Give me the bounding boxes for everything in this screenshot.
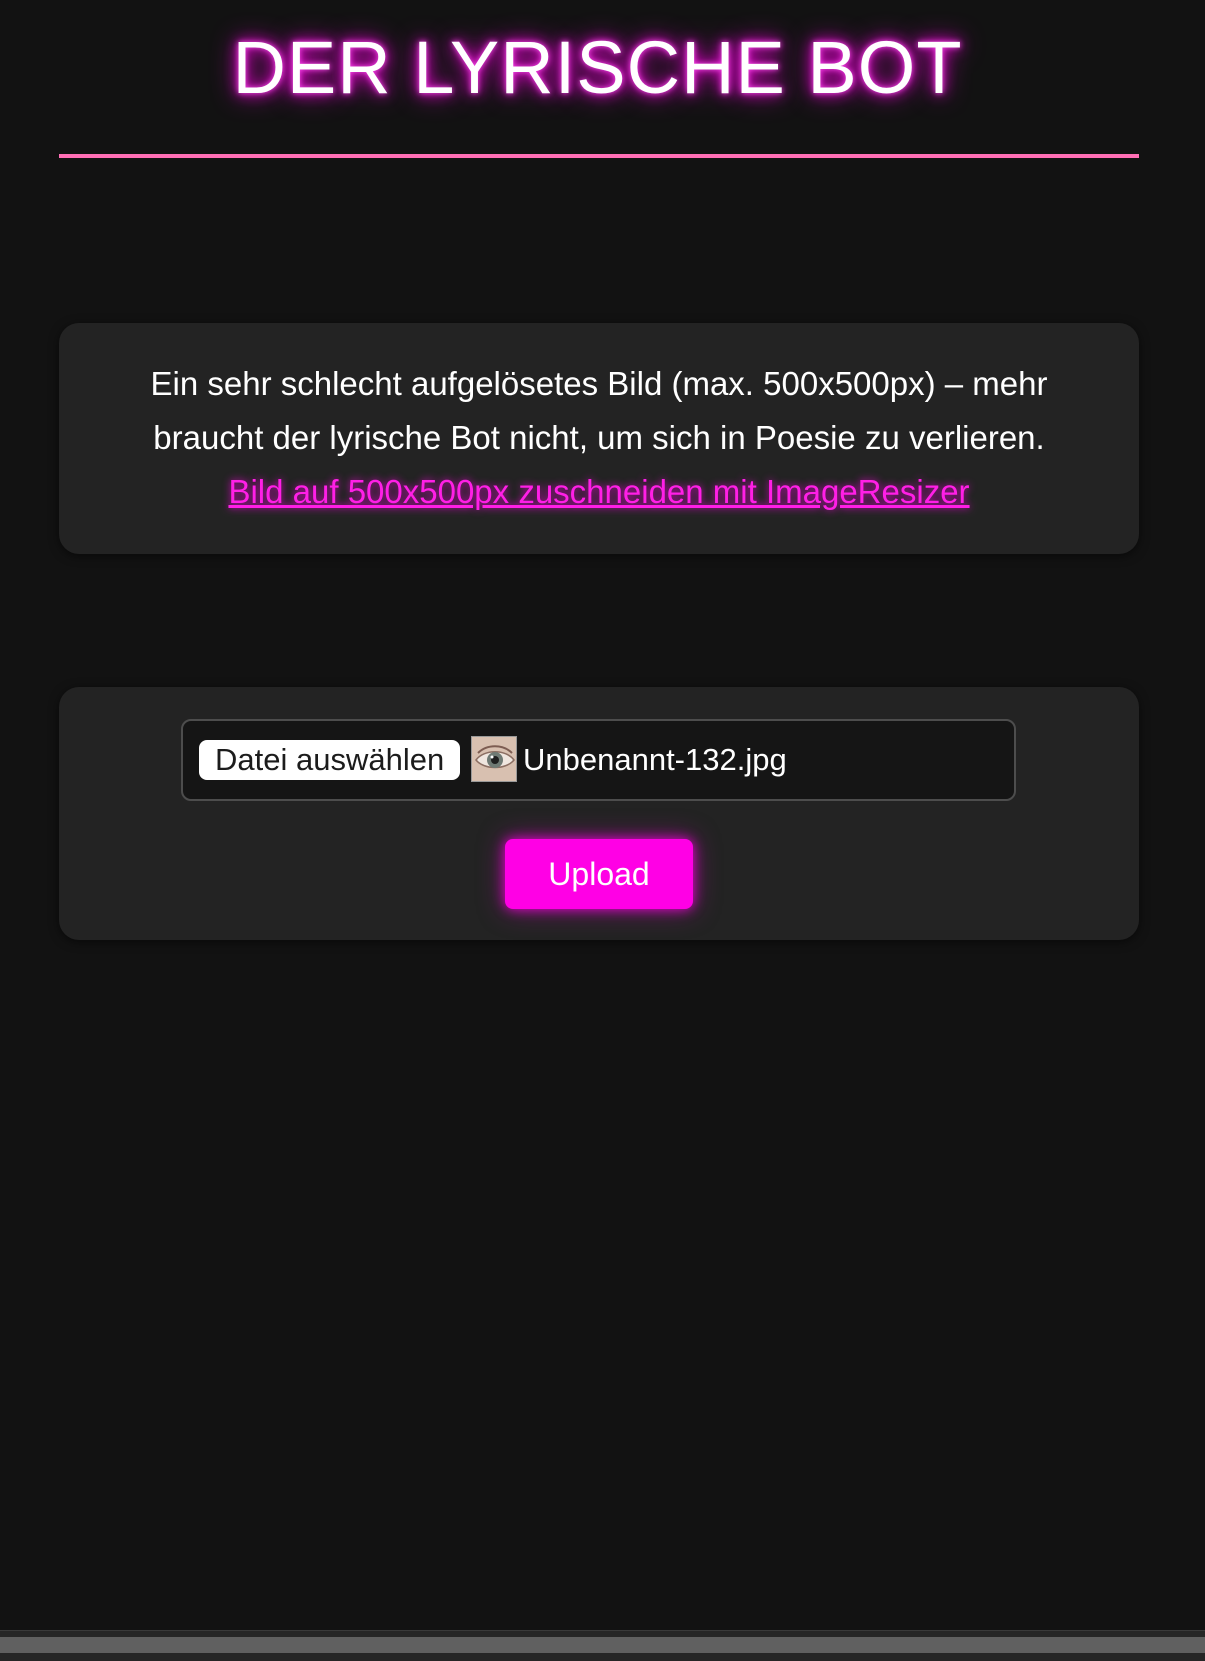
title-divider <box>59 154 1139 158</box>
choose-file-button[interactable]: Datei auswählen <box>199 740 461 780</box>
upload-button[interactable]: Upload <box>505 839 693 909</box>
page-title: DER LYRISCHE BOT <box>232 26 963 109</box>
file-input[interactable]: Datei auswählen Unbenannt-132.jpg <box>181 719 1016 801</box>
horizontal-scrollbar[interactable] <box>0 1630 1205 1661</box>
imageresizer-link[interactable]: Bild auf 500x500px zuschneiden mit Image… <box>228 465 969 519</box>
upload-card: Datei auswählen Unbenannt-132.jpg Upload <box>59 687 1139 940</box>
eye-photo-thumbnail <box>471 736 517 782</box>
selected-file-name: Unbenannt-132.jpg <box>523 742 787 777</box>
info-card: Ein sehr schlecht aufgelösetes Bild (max… <box>59 323 1139 554</box>
info-text: Ein sehr schlecht aufgelösetes Bild (max… <box>150 365 1048 456</box>
scrollbar-thumb[interactable] <box>0 1637 1205 1653</box>
page-header: DER LYRISCHE BOT <box>0 0 1205 160</box>
